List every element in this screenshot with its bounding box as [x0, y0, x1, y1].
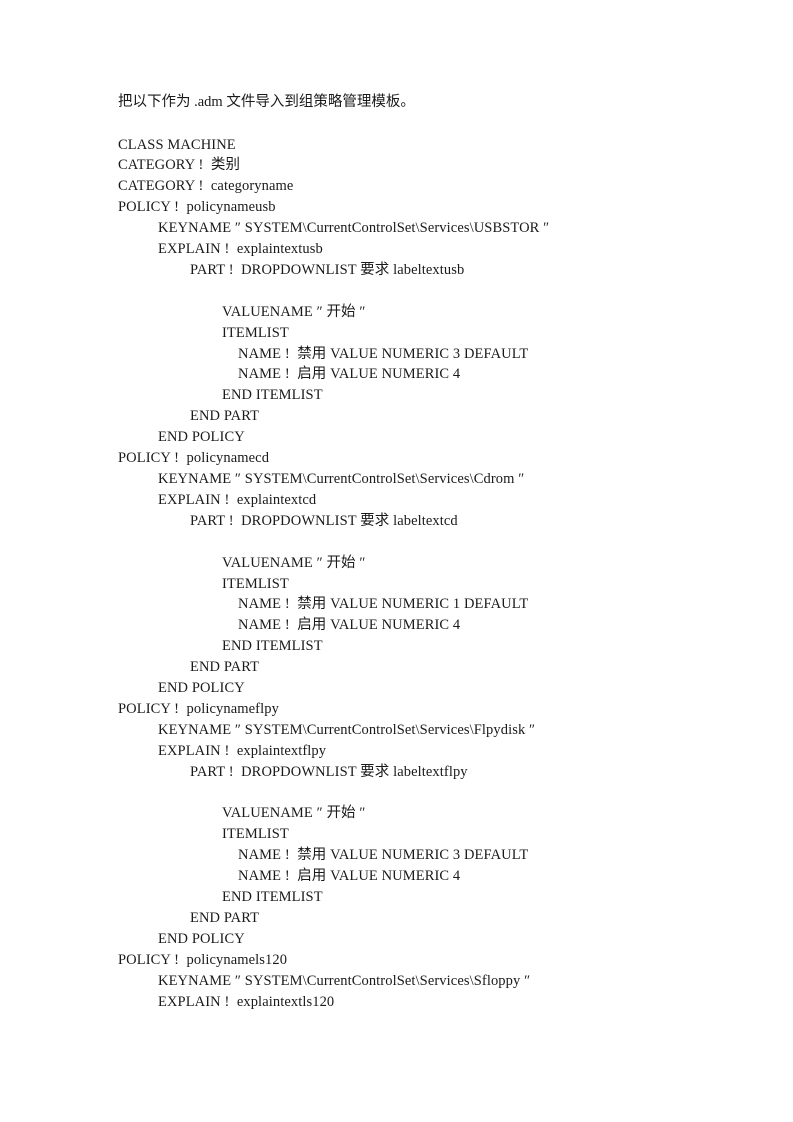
code-line: END POLICY — [158, 680, 245, 697]
code-line: END POLICY — [158, 930, 245, 947]
adm-template-code-block: CLASS MACHINE CATEGORY ! 类别 CATEGORY ! cat… — [118, 135, 718, 1013]
code-line: PART ! DROPDOWNLIST 要求 labeltextcd — [190, 512, 458, 529]
code-line: ITEMLIST — [222, 324, 289, 341]
code-line: END POLICY — [158, 429, 245, 446]
code-line: POLICY ! policynamecd — [118, 450, 270, 467]
code-line: PART ! DROPDOWNLIST 要求 labeltextflpy — [190, 763, 468, 780]
document-page: 把以下作为 .adm 文件导入到组策略管理模板。 CLASS MACHINE CA… — [0, 0, 793, 1122]
code-line: PART ! DROPDOWNLIST 要求 labeltextusb — [190, 261, 465, 278]
code-line: END ITEMLIST — [222, 638, 323, 655]
code-line: NAME ! 禁用 VALUE NUMERIC 3 DEFAULT — [238, 847, 529, 864]
code-line: EXPLAIN ! explaintextls120 — [158, 993, 335, 1010]
code-line: NAME ! 禁用 VALUE NUMERIC 1 DEFAULT — [238, 596, 529, 613]
code-line: EXPLAIN ! explaintextusb — [158, 241, 323, 258]
code-line: END PART — [190, 909, 260, 926]
code-line: KEYNAME ″ SYSTEM\CurrentControlSet\Servi… — [158, 972, 531, 989]
code-line: KEYNAME ″ SYSTEM\CurrentControlSet\Servi… — [158, 470, 525, 487]
code-line: POLICY ! policynamels120 — [118, 951, 288, 968]
code-line: END ITEMLIST — [222, 889, 323, 906]
code-line: NAME ! 禁用 VALUE NUMERIC 3 DEFAULT — [238, 345, 529, 362]
code-line: POLICY ! policynameusb — [118, 199, 276, 216]
document-content: 把以下作为 .adm 文件导入到组策略管理模板。 CLASS MACHINE CA… — [118, 92, 718, 1013]
code-line: CATEGORY ! 类别 — [118, 157, 241, 174]
code-line: CATEGORY ! categoryname — [118, 178, 294, 195]
code-line: NAME ! 启用 VALUE NUMERIC 4 — [238, 366, 461, 383]
code-line: KEYNAME ″ SYSTEM\CurrentControlSet\Servi… — [158, 220, 550, 237]
code-line: VALUENAME ″ 开始 ″ — [222, 805, 366, 822]
intro-paragraph: 把以下作为 .adm 文件导入到组策略管理模板。 — [118, 94, 415, 110]
code-line: END PART — [190, 408, 260, 425]
code-line: NAME ! 启用 VALUE NUMERIC 4 — [238, 617, 461, 634]
code-line: CLASS MACHINE — [118, 136, 236, 153]
code-line: ITEMLIST — [222, 826, 289, 843]
code-line: EXPLAIN ! explaintextflpy — [158, 742, 327, 759]
code-line: POLICY ! policynameflpy — [118, 700, 279, 717]
code-line: ITEMLIST — [222, 575, 289, 592]
code-line: VALUENAME ″ 开始 ″ — [222, 554, 366, 571]
code-line: KEYNAME ″ SYSTEM\CurrentControlSet\Servi… — [158, 721, 536, 738]
code-line: EXPLAIN ! explaintextcd — [158, 491, 317, 508]
code-line: NAME ! 启用 VALUE NUMERIC 4 — [238, 868, 461, 885]
code-line: VALUENAME ″ 开始 ″ — [222, 303, 366, 320]
code-line: END ITEMLIST — [222, 387, 323, 404]
code-line: END PART — [190, 659, 260, 676]
